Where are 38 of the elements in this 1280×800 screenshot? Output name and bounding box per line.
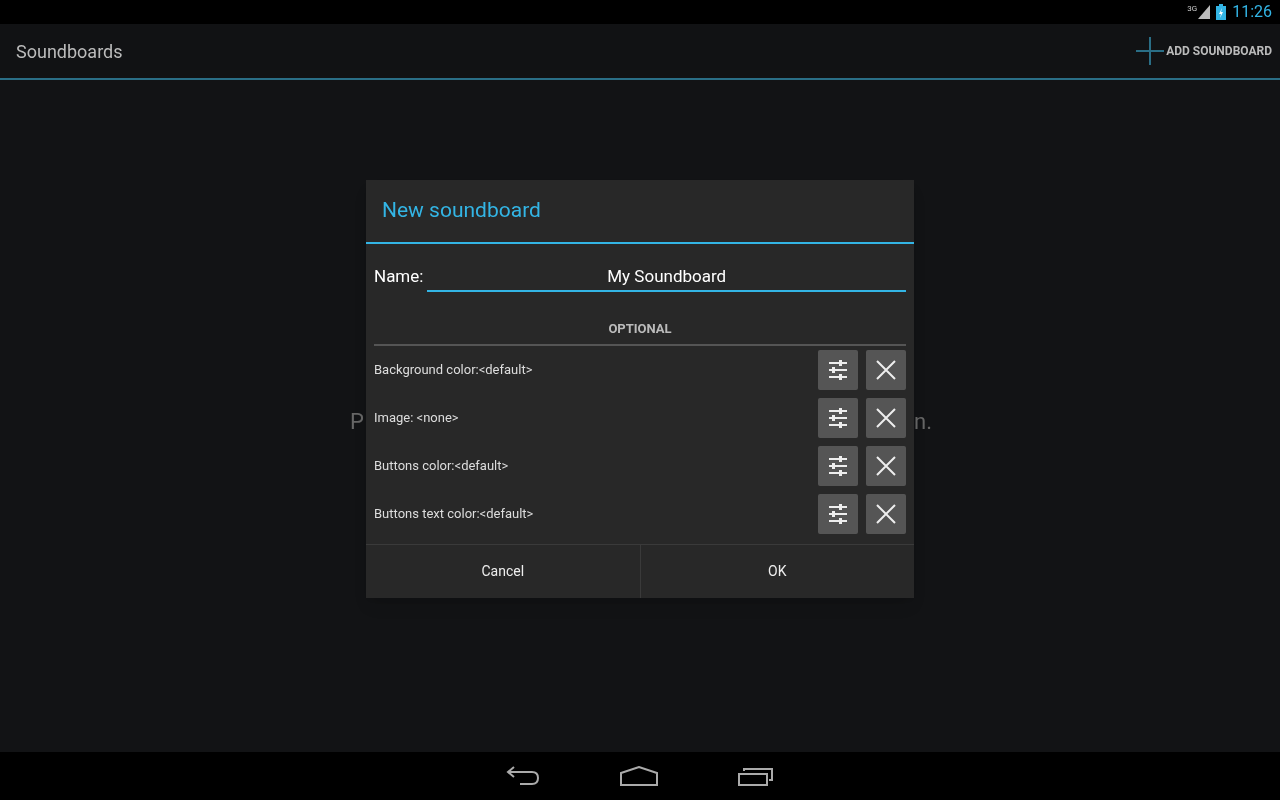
clear-button[interactable] <box>866 446 906 486</box>
close-icon <box>875 359 897 381</box>
sliders-icon <box>827 407 849 429</box>
plus-icon <box>1136 37 1165 65</box>
sliders-icon <box>827 503 849 525</box>
clear-button[interactable] <box>866 398 906 438</box>
home-icon[interactable] <box>620 766 658 786</box>
clear-button[interactable] <box>866 494 906 534</box>
empty-message-fragment: P <box>350 408 364 436</box>
close-icon <box>875 455 897 477</box>
add-soundboard-button[interactable]: ADD SOUNDBOARD <box>1136 27 1272 75</box>
clear-button[interactable] <box>866 350 906 390</box>
dialog-button[interactable]: Cancel <box>366 545 640 598</box>
app-title: Soundboards <box>16 39 123 64</box>
option-label: Image: <none> <box>374 409 459 428</box>
settings-button[interactable] <box>818 398 858 438</box>
sliders-icon <box>827 359 849 381</box>
clock: 11:26 <box>1232 1 1272 23</box>
recent-apps-icon[interactable] <box>738 766 774 786</box>
back-icon[interactable] <box>506 766 540 786</box>
name-field[interactable]: My Soundboard <box>427 262 906 292</box>
empty-message-fragment: n. <box>914 408 932 436</box>
settings-button[interactable] <box>818 350 858 390</box>
dialog-title: New soundboard <box>382 197 541 225</box>
settings-button[interactable] <box>818 494 858 534</box>
signal-icon <box>1198 5 1211 19</box>
name-label: Name: <box>374 265 424 289</box>
settings-button[interactable] <box>818 446 858 486</box>
dialog-button[interactable]: OK <box>639 545 914 598</box>
close-icon <box>875 407 897 429</box>
network-type: 3G <box>1187 5 1198 13</box>
close-icon <box>875 503 897 525</box>
sliders-icon <box>827 455 849 477</box>
option-label: Buttons text color:<default> <box>374 505 534 524</box>
option-label: Background color:<default> <box>374 361 533 380</box>
battery-icon <box>1216 4 1227 20</box>
option-label: Buttons color:<default> <box>374 457 509 476</box>
section-header: OPTIONAL <box>608 321 672 336</box>
